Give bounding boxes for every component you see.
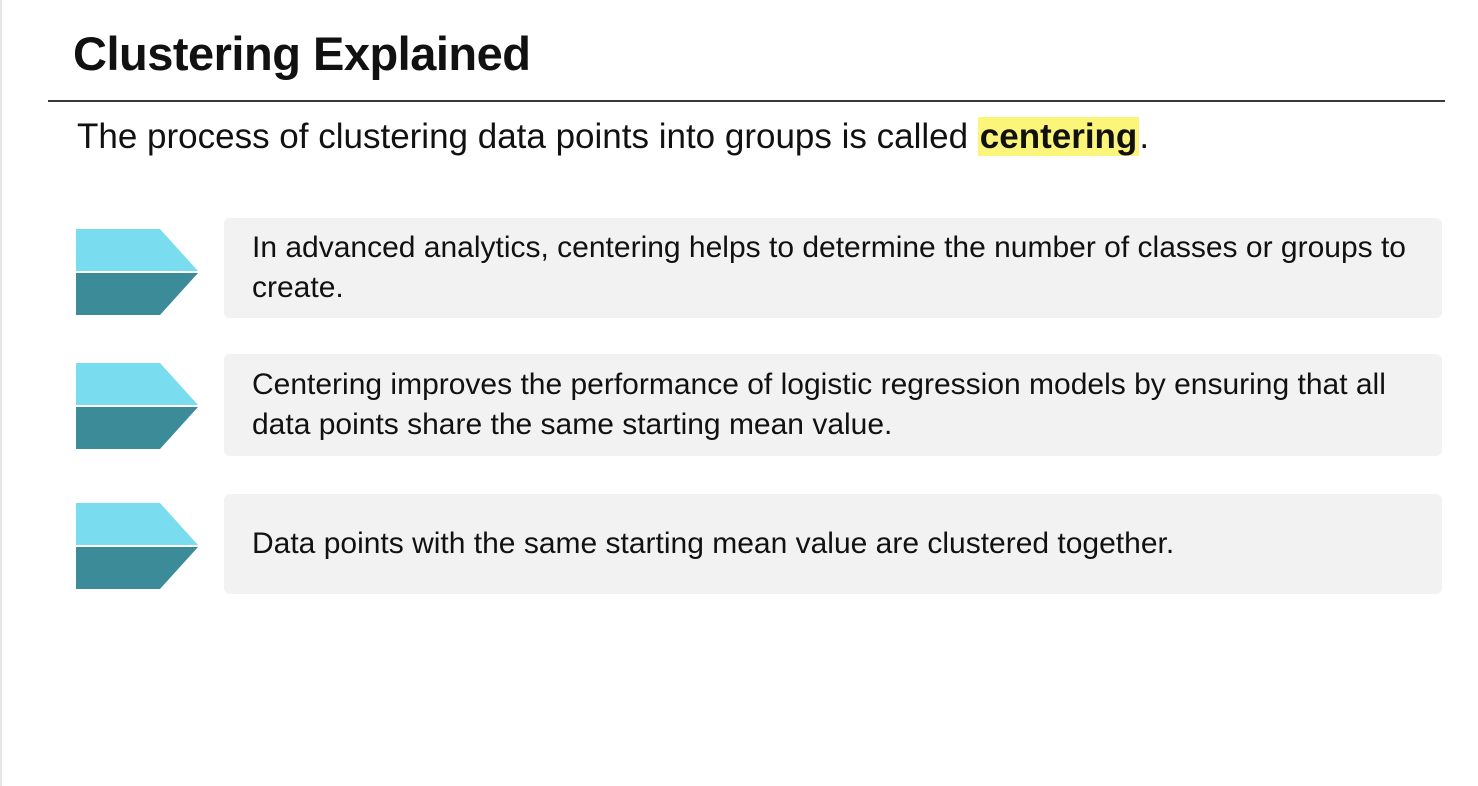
statement-text: Data points with the same starting mean … <box>252 527 1175 560</box>
slide-subtitle: The process of clustering data points in… <box>77 117 1149 157</box>
slide-title: Clustering Explained <box>73 27 531 80</box>
statement-card[interactable]: In advanced analytics, centering helps t… <box>224 218 1442 318</box>
title-underline <box>48 100 1445 102</box>
chevron-arrow-icon <box>76 363 198 449</box>
highlighted-term: centering <box>977 117 1140 156</box>
chevron-arrow-icon <box>76 229 198 315</box>
statement-text: Centering improves the performance of lo… <box>252 368 1386 441</box>
statement-item-3: Data points with the same starting mean … <box>76 494 1444 594</box>
left-edge-divider <box>0 0 2 786</box>
chevron-arrow-icon <box>76 503 198 589</box>
statement-item-1: In advanced analytics, centering helps t… <box>76 218 1444 318</box>
statement-card[interactable]: Data points with the same starting mean … <box>224 494 1442 594</box>
statement-item-2: Centering improves the performance of lo… <box>76 354 1444 456</box>
slide: Clustering Explained The process of clus… <box>0 0 1478 786</box>
subtitle-text: The process of clustering data points in… <box>77 117 978 156</box>
statement-text: In advanced analytics, centering helps t… <box>252 231 1406 304</box>
subtitle-punctuation: . <box>1139 117 1150 156</box>
statement-card[interactable]: Centering improves the performance of lo… <box>224 354 1442 456</box>
